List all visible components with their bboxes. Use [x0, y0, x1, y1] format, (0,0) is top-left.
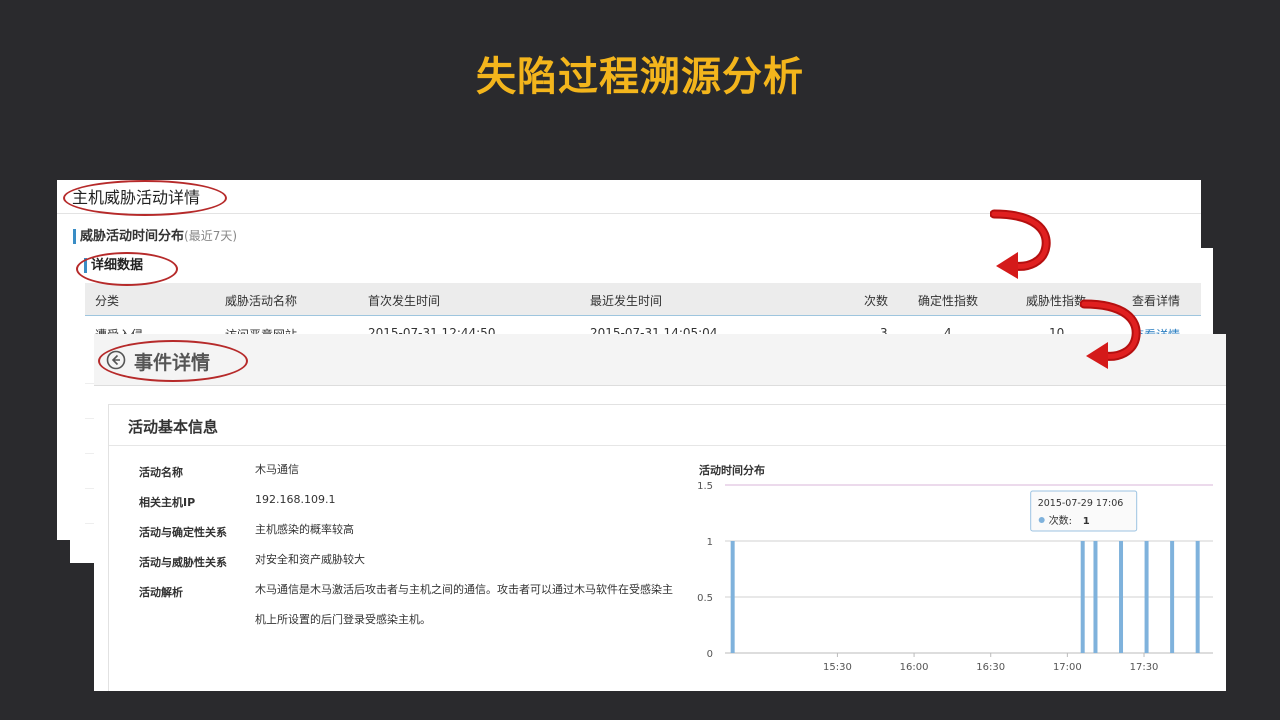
- chart-bar: [730, 541, 735, 653]
- curved-arrow-icon: [990, 209, 1051, 279]
- y-tick-label: 1.5: [697, 481, 713, 492]
- chart-bar: [1119, 541, 1124, 653]
- column-header: 首次发生时间: [368, 294, 441, 308]
- column-header: 威胁性指数: [1026, 294, 1087, 308]
- chart-bar: [1144, 541, 1149, 653]
- column-header: 威胁活动名称: [225, 294, 298, 308]
- highlight-ellipse: [98, 340, 248, 382]
- tooltip-marker: [1038, 517, 1045, 523]
- x-tick-label: 17:30: [1130, 662, 1159, 673]
- table-header: 分类 威胁活动名称 首次发生时间 最近发生时间 次数 确定性指数 威胁性指数 查…: [85, 283, 1201, 316]
- section-label: 威胁活动时间分布: [80, 229, 185, 244]
- y-tick-label: 0.5: [697, 593, 713, 604]
- x-tick-label: 15:30: [823, 662, 852, 673]
- x-tick-label: 16:30: [976, 662, 1005, 673]
- x-tick-label: 17:00: [1053, 662, 1082, 673]
- field-value: 木马通信: [255, 463, 299, 476]
- chart-bar: [1195, 541, 1200, 653]
- x-tick-label: 16:00: [900, 662, 929, 673]
- field-label: 活动解析: [139, 586, 183, 599]
- divider: [109, 445, 1226, 446]
- y-tick-label: 1: [707, 537, 713, 548]
- section-time-distribution: 威胁活动时间分布(最近7天): [73, 229, 237, 244]
- chart-bar: [1170, 541, 1175, 653]
- highlight-ellipse: [76, 252, 178, 286]
- curved-arrow-icon: [1080, 299, 1141, 369]
- column-header: 分类: [95, 294, 120, 308]
- activity-info-card: 活动基本信息 活动名称 木马通信 相关主机IP 192.168.109.1 活动…: [108, 404, 1226, 691]
- field-label: 相关主机IP: [139, 496, 196, 509]
- activity-info-title: 活动基本信息: [128, 418, 219, 436]
- tooltip-date: 2015-07-29 17:06: [1038, 498, 1124, 509]
- field-label: 活动名称: [139, 466, 183, 479]
- section-note: (最近7天): [184, 229, 238, 243]
- field-value: 木马通信是木马激活后攻击者与主机之间的通信。攻击者可以通过木马软件在受感染主机上…: [255, 583, 673, 626]
- field-label: 活动与确定性关系: [139, 526, 227, 539]
- column-header: 确定性指数: [918, 294, 979, 308]
- activity-time-chart: 0 0.5 1 1.5 15:30 16:00 16:30 17:00 17:30 2015-07…: [697, 481, 1213, 673]
- field-value: 对安全和资产威胁较大: [255, 553, 365, 566]
- slide-title: 失陷过程溯源分析: [476, 54, 804, 100]
- column-header: 次数: [864, 294, 889, 308]
- event-detail-panel: 事件详情 活动基本信息 活动名称 木马通信 相关主机IP 192.168.109…: [94, 334, 1226, 691]
- chart-bar: [1080, 541, 1085, 653]
- event-detail-header: 事件详情: [94, 334, 1226, 386]
- tooltip-value: 1: [1083, 516, 1090, 527]
- column-header: 最近发生时间: [590, 294, 663, 308]
- field-value: 192.168.109.1: [255, 493, 336, 506]
- field-value: 主机感染的概率较高: [255, 523, 354, 536]
- highlight-ellipse: [63, 180, 227, 216]
- y-tick-label: 0: [707, 649, 713, 660]
- field-label: 活动与威胁性关系: [139, 556, 227, 569]
- chart-bar: [1093, 541, 1098, 653]
- tooltip-label: 次数:: [1049, 514, 1072, 527]
